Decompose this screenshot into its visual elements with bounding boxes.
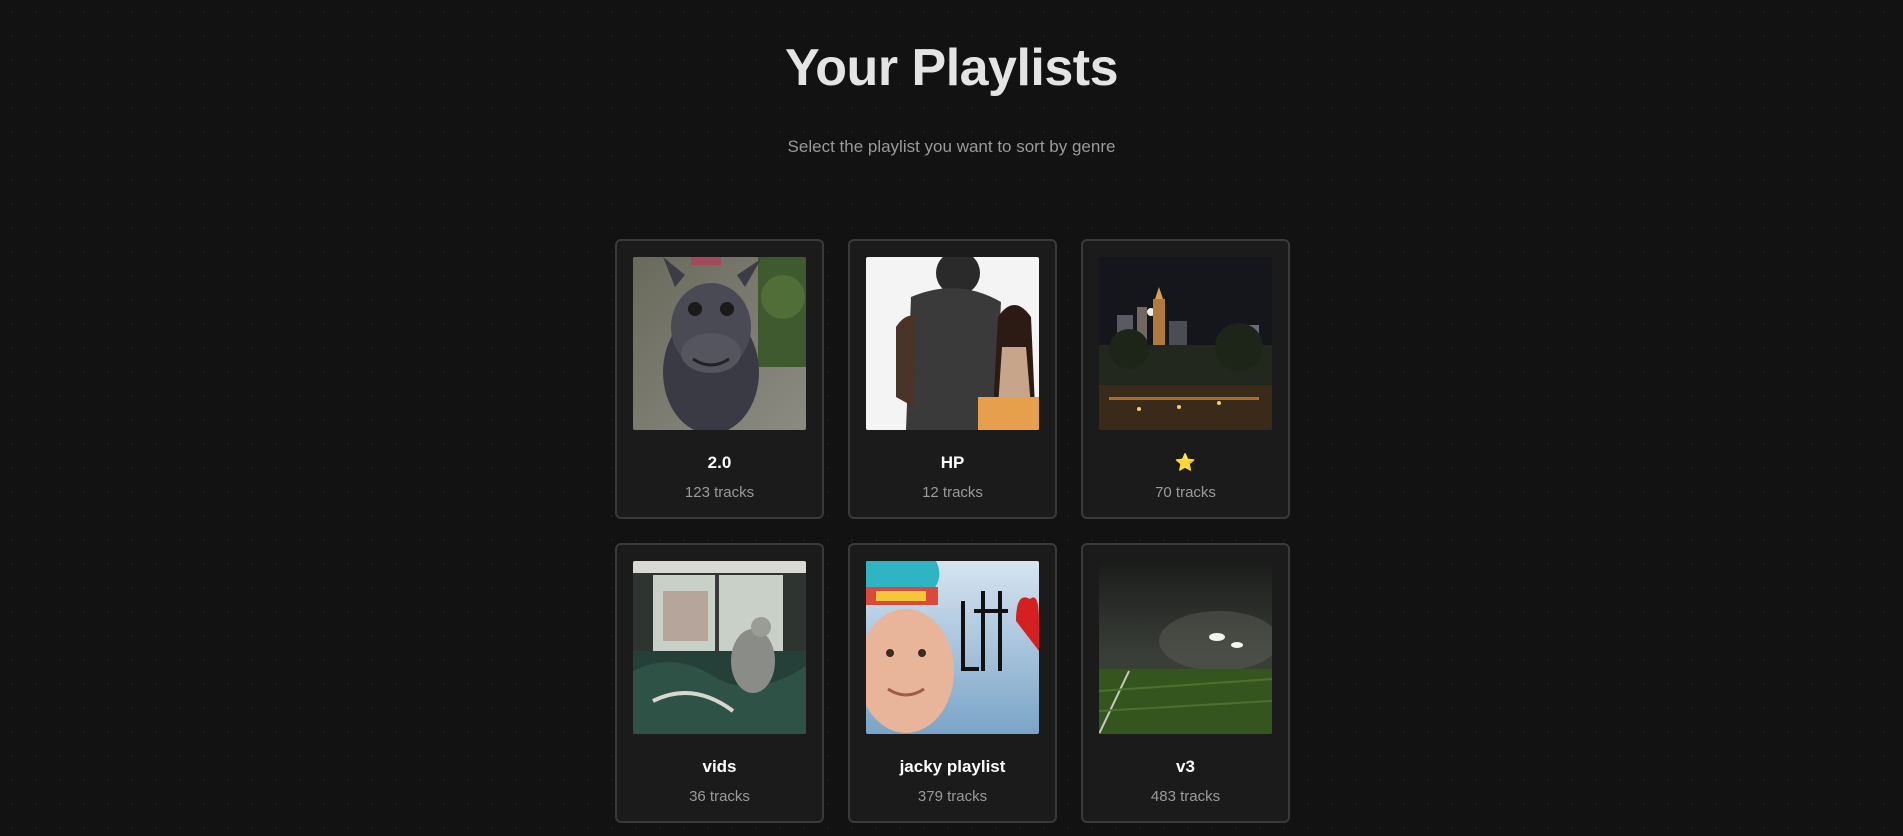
playlist-card[interactable]: ⭐ 70 tracks: [1081, 239, 1290, 519]
playlist-cover-image: [866, 257, 1039, 430]
playlist-card[interactable]: 2.0 123 tracks: [615, 239, 824, 519]
playlist-name: 2.0: [707, 453, 732, 472]
playlist-name: vids: [702, 757, 737, 776]
playlist-name: jacky playlist: [899, 757, 1006, 776]
playlist-name: HP: [940, 453, 965, 472]
playlist-name: ⭐: [1174, 453, 1197, 472]
playlist-track-count: 70 tracks: [1155, 484, 1216, 501]
playlist-track-count: 12 tracks: [922, 484, 983, 501]
playlist-track-count: 36 tracks: [689, 788, 750, 805]
playlists-page: Your Playlists Select the playlist you w…: [0, 0, 1903, 836]
playlist-grid: 2.0 123 tracks HP 12 tracks ⭐ 70 tracks …: [615, 239, 1290, 823]
playlist-card[interactable]: vids 36 tracks: [615, 543, 824, 823]
playlist-card[interactable]: HP 12 tracks: [848, 239, 1057, 519]
playlist-card[interactable]: jacky playlist 379 tracks: [848, 543, 1057, 823]
playlist-track-count: 379 tracks: [917, 788, 988, 805]
page-title: Your Playlists: [784, 39, 1119, 97]
playlist-track-count: 123 tracks: [684, 484, 755, 501]
playlist-cover-image: [633, 561, 806, 734]
playlist-card[interactable]: v3 483 tracks: [1081, 543, 1290, 823]
playlist-cover-image: [1099, 257, 1272, 430]
playlist-cover-image: [866, 561, 1039, 734]
page-subtitle: Select the playlist you want to sort by …: [787, 137, 1116, 156]
playlist-cover-image: [1099, 561, 1272, 734]
playlist-track-count: 483 tracks: [1150, 788, 1221, 805]
playlist-cover-image: [633, 257, 806, 430]
playlist-name: v3: [1176, 757, 1195, 776]
